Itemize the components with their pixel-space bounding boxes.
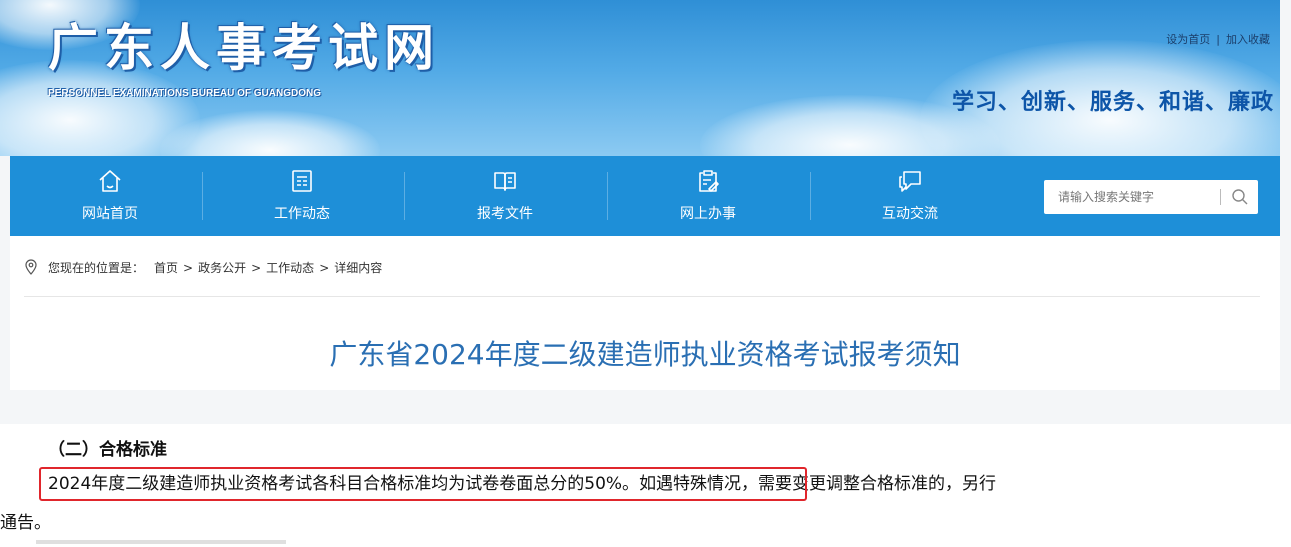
nav-item-interaction[interactable]: 互动交流 <box>810 156 1010 236</box>
article-title: 广东省2024年度二级建造师执业资格考试报考须知 <box>329 338 961 371</box>
breadcrumb-label: 您现在的位置是： <box>48 261 145 275</box>
link-separator: | <box>1216 33 1220 46</box>
header-banner: 广东人事考试网 PERSONNEL EXAMINATIONS BUREAU OF… <box>0 0 1280 156</box>
red-highlight-box <box>39 467 807 501</box>
breadcrumb-separator: > <box>183 261 194 275</box>
site-logo-title: 广东人事考试网 <box>48 18 440 77</box>
nav-item-exam-docs[interactable]: 报考文件 <box>405 156 605 236</box>
breadcrumb-item-government-affairs[interactable]: 政务公开 <box>198 261 246 275</box>
nav-item-home[interactable]: 网站首页 <box>10 156 210 236</box>
book-icon <box>494 172 516 191</box>
location-pin-icon <box>25 259 37 275</box>
chat-bubble-icon <box>899 171 921 192</box>
search-input[interactable] <box>1044 180 1214 214</box>
site-slogan: 学习、创新、服务、和谐、廉政 <box>951 90 1274 115</box>
set-homepage-link[interactable]: 设为首页 <box>1166 33 1210 46</box>
breadcrumb-item-work-news[interactable]: 工作动态 <box>266 261 314 275</box>
cropped-text-fragment <box>36 540 286 544</box>
search-icon[interactable] <box>1230 187 1250 207</box>
paragraph-line: 通告。 <box>0 513 51 533</box>
nav-label: 互动交流 <box>882 206 938 222</box>
breadcrumb-item-current: 详细内容 <box>334 261 383 275</box>
nav-label: 网上办事 <box>680 206 736 222</box>
content-card: 您现在的位置是： 首页 > 政务公开 > 工作动态 > 详细内容 广东省2024年度二级建造师… <box>10 236 1280 390</box>
clipboard-edit-icon <box>699 170 719 192</box>
main-nav: 网站首页 工作动态 报考文件 网上办事 互动交流 <box>10 156 1280 236</box>
section-heading: （二）合格标准 <box>48 440 167 460</box>
news-icon <box>292 170 312 192</box>
nav-label: 网站首页 <box>82 206 138 222</box>
nav-item-work-news[interactable]: 工作动态 <box>202 156 402 236</box>
site-logo-subtitle: PERSONNEL EXAMINATIONS BUREAU OF GUANGDO… <box>48 88 321 99</box>
top-links: 设为首页 | 加入收藏 <box>1166 31 1270 47</box>
home-icon <box>99 170 121 192</box>
nav-label: 工作动态 <box>274 206 330 222</box>
breadcrumb-separator: > <box>319 261 330 275</box>
breadcrumb-item-home[interactable]: 首页 <box>154 261 178 275</box>
breadcrumb: 您现在的位置是： 首页 > 政务公开 > 工作动态 > 详细内容 <box>24 259 382 276</box>
add-favorite-link[interactable]: 加入收藏 <box>1226 33 1270 46</box>
search-box <box>1044 180 1258 214</box>
divider <box>24 296 1260 297</box>
breadcrumb-separator: > <box>251 261 262 275</box>
article-excerpt: （二）合格标准 2024年度二级建造师执业资格考试各科目合格标准均为试卷卷面总分… <box>0 424 1291 547</box>
search-divider <box>1220 189 1221 205</box>
nav-item-online-services[interactable]: 网上办事 <box>608 156 808 236</box>
nav-label: 报考文件 <box>477 206 533 222</box>
